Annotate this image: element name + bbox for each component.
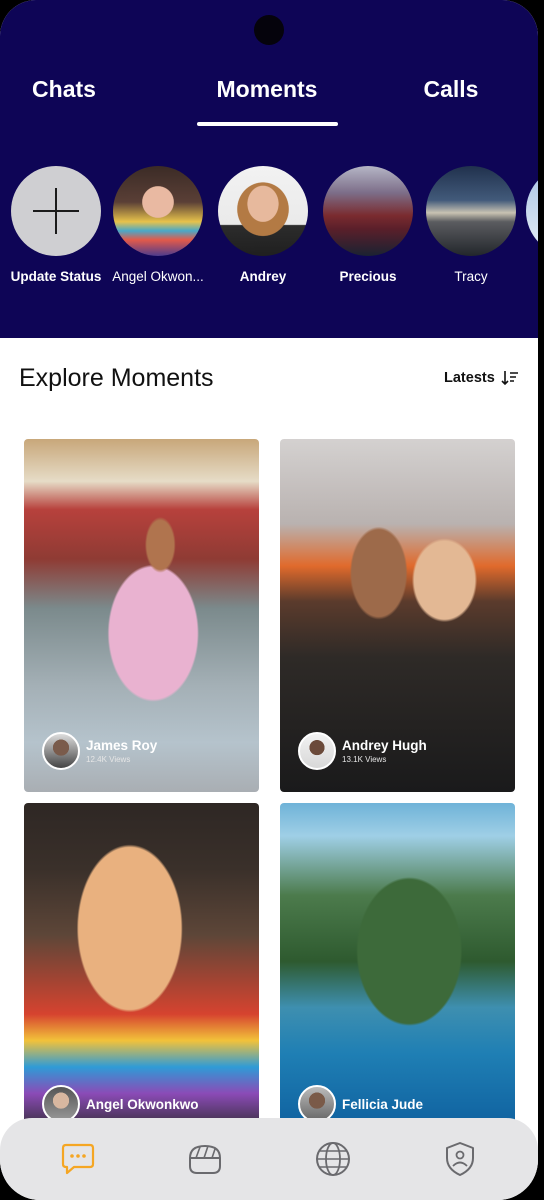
globe-icon: [315, 1142, 350, 1176]
status-next[interactable]: [526, 166, 538, 256]
nav-explore[interactable]: [310, 1136, 356, 1182]
shield-user-icon: [446, 1142, 475, 1176]
nav-bowl[interactable]: [182, 1136, 228, 1182]
avatar: [323, 166, 413, 256]
nav-security[interactable]: [437, 1136, 483, 1182]
status-name: Tracy: [454, 269, 488, 284]
moment-card[interactable]: James Roy 12.4K Views: [24, 439, 259, 792]
plus-icon-vertical: [55, 188, 57, 234]
view-count: 12.4K Views: [86, 755, 131, 764]
app-screen: Chats Moments Calls Update Status Angel …: [0, 0, 538, 1200]
tab-calls[interactable]: Calls: [400, 76, 502, 103]
status-name: Andrey: [239, 269, 287, 284]
active-tab-indicator: [197, 122, 338, 126]
tab-moments[interactable]: Moments: [196, 76, 338, 103]
status-angel[interactable]: Angel Okwon...: [104, 166, 212, 284]
avatar: [298, 732, 336, 770]
view-count: 13.1K Views: [342, 755, 387, 764]
moment-card[interactable]: Andrey Hugh 13.1K Views: [280, 439, 515, 792]
bottom-nav: [0, 1118, 538, 1200]
status-precious[interactable]: Precious: [314, 166, 422, 284]
sort-button[interactable]: Latests: [444, 370, 519, 386]
chat-bubble-icon: [61, 1143, 94, 1175]
owner-name: Andrey Hugh: [342, 738, 427, 753]
add-status-button[interactable]: [11, 166, 101, 256]
avatar: [113, 166, 203, 256]
status-tracy[interactable]: Tracy: [417, 166, 525, 284]
status-andrey[interactable]: Andrey: [209, 166, 317, 284]
owner-name: James Roy: [86, 738, 158, 753]
avatar: [426, 166, 516, 256]
moment-owner: Andrey Hugh 13.1K Views: [298, 732, 427, 770]
avatar: [218, 166, 308, 256]
avatar: [526, 166, 538, 256]
moment-card[interactable]: Angel Okwonkwo: [24, 803, 259, 1133]
header: Chats Moments Calls Update Status Angel …: [0, 0, 538, 338]
status-name: Precious: [339, 269, 397, 284]
tab-chats[interactable]: Chats: [14, 76, 114, 103]
owner-name: Angel Okwonkwo: [86, 1096, 199, 1112]
front-camera: [254, 15, 284, 45]
owner-name: Fellicia Jude: [342, 1096, 424, 1112]
moment-owner: James Roy 12.4K Views: [42, 732, 157, 770]
sort-icon: [501, 371, 518, 386]
status-name: Angel Okwon...: [112, 269, 204, 284]
moment-image: [280, 803, 515, 1133]
status-name: Update Status: [10, 269, 102, 284]
status-update[interactable]: Update Status: [2, 166, 110, 284]
sort-label: Latests: [444, 370, 495, 386]
moment-image: [24, 803, 259, 1133]
avatar: [42, 732, 80, 770]
bowl-icon: [189, 1144, 222, 1174]
moment-card[interactable]: Fellicia Jude: [280, 803, 515, 1133]
section-title: Explore Moments: [19, 364, 214, 392]
nav-chats[interactable]: [55, 1136, 101, 1182]
